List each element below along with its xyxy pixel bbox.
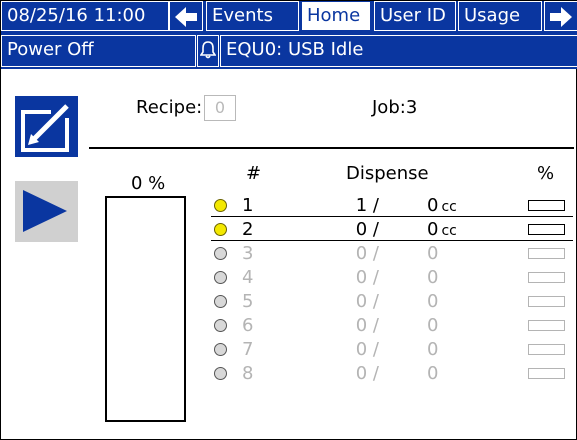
row-number: 7 <box>242 339 254 360</box>
status-dot-icon <box>214 247 227 260</box>
tab-usage[interactable]: Usage <box>458 1 542 31</box>
dispensed-value: 0 <box>427 339 439 360</box>
edit-icon <box>15 96 78 157</box>
dispense-row[interactable]: 8 0 / 0 <box>211 362 573 385</box>
dispensed-amount: 0 cc <box>427 219 457 242</box>
tab-events[interactable]: Events <box>206 1 299 31</box>
left-arrow-icon <box>175 7 197 27</box>
job-display: Job:3 <box>372 98 417 118</box>
nav-right-button[interactable] <box>544 1 577 31</box>
dispensed-amount: 0 <box>427 315 441 338</box>
row-progress-bar <box>528 200 565 211</box>
dispensed-value: 0 <box>427 219 439 240</box>
status-dot-icon <box>214 295 227 308</box>
datetime-display: 08/25/16 11:00 <box>1 1 169 31</box>
dispense-target: 0 / <box>355 315 379 336</box>
row-progress-bar <box>528 344 565 355</box>
dispense-row[interactable]: 4 0 / 0 <box>211 266 573 289</box>
status-dot-icon <box>214 199 227 212</box>
tab-user-id[interactable]: User ID <box>374 1 456 31</box>
dispense-target: 0 / <box>355 267 379 288</box>
dispensed-amount: 0 cc <box>427 195 457 218</box>
play-icon <box>23 190 67 232</box>
row-number: 2 <box>242 219 254 240</box>
dispensed-unit: cc <box>441 223 457 239</box>
job-label: Job: <box>372 97 406 118</box>
row-progress-bar <box>528 368 565 379</box>
overall-percent-label: 0 % <box>131 173 166 194</box>
dispense-target: 0 / <box>355 243 379 264</box>
row-progress-bar <box>528 272 565 283</box>
status-message: EQU0: USB Idle <box>220 35 577 67</box>
nav-left-button[interactable] <box>169 1 203 31</box>
dispense-row[interactable]: 5 0 / 0 <box>211 290 573 313</box>
row-progress-bar <box>528 320 565 331</box>
recipe-field[interactable]: 0 <box>204 95 236 121</box>
dispense-row[interactable]: 2 0 / 0 cc <box>211 218 573 241</box>
row-number: 6 <box>242 315 254 336</box>
row-number: 8 <box>242 363 254 384</box>
dispensed-value: 0 <box>427 363 439 384</box>
dispensed-value: 0 <box>427 291 439 312</box>
dispensed-value: 0 <box>427 315 439 336</box>
dispense-row[interactable]: 7 0 / 0 <box>211 338 573 361</box>
dispense-target: 1 / <box>355 195 379 216</box>
top-nav-bar: 08/25/16 11:00 Events Home User ID Usage <box>1 1 577 34</box>
status-dot-icon <box>214 367 227 380</box>
system-state: Power Off <box>1 35 196 67</box>
divider <box>89 147 574 149</box>
job-value: 3 <box>405 97 418 118</box>
dispensed-amount: 0 <box>427 243 441 266</box>
dispense-target: 0 / <box>355 339 379 360</box>
row-progress-bar <box>528 296 565 307</box>
dispense-row[interactable]: 3 0 / 0 <box>211 242 573 265</box>
dispensed-value: 0 <box>427 195 439 216</box>
dispensed-value: 0 <box>427 267 439 288</box>
dispense-target: 0 / <box>355 219 379 240</box>
dispense-target: 0 / <box>355 291 379 312</box>
dispensed-unit: cc <box>441 199 457 215</box>
overall-progress-gauge <box>105 196 186 422</box>
right-arrow-icon <box>550 7 572 27</box>
edit-recipe-button[interactable] <box>15 96 78 157</box>
row-progress-bar <box>528 248 565 259</box>
status-dot-icon <box>214 319 227 332</box>
row-progress-bar <box>528 224 565 235</box>
dispensed-amount: 0 <box>427 339 441 362</box>
dispense-row[interactable]: 1 1 / 0 cc <box>211 194 573 217</box>
column-header-number: # <box>246 163 262 184</box>
run-button[interactable] <box>15 181 78 242</box>
column-header-percent: % <box>537 163 555 184</box>
display-screen: 08/25/16 11:00 Events Home User ID Usage… <box>0 0 577 440</box>
row-number: 3 <box>242 243 254 264</box>
dispensed-value: 0 <box>427 243 439 264</box>
dispensed-amount: 0 <box>427 363 441 386</box>
row-number: 1 <box>242 195 254 216</box>
dispensed-amount: 0 <box>427 267 441 290</box>
alarm-indicator <box>197 35 219 67</box>
row-number: 5 <box>242 291 254 312</box>
status-dot-icon <box>214 223 227 236</box>
recipe-label: Recipe: <box>136 97 203 118</box>
dispense-row[interactable]: 6 0 / 0 <box>211 314 573 337</box>
dispensed-amount: 0 <box>427 291 441 314</box>
status-dot-icon <box>214 271 227 284</box>
status-bar: Power Off EQU0: USB Idle <box>1 34 577 69</box>
dispense-target: 0 / <box>355 363 379 384</box>
row-number: 4 <box>242 267 254 288</box>
column-header-dispense: Dispense <box>346 163 429 184</box>
tab-home[interactable]: Home <box>301 1 371 31</box>
bell-icon <box>199 41 217 59</box>
status-dot-icon <box>214 343 227 356</box>
